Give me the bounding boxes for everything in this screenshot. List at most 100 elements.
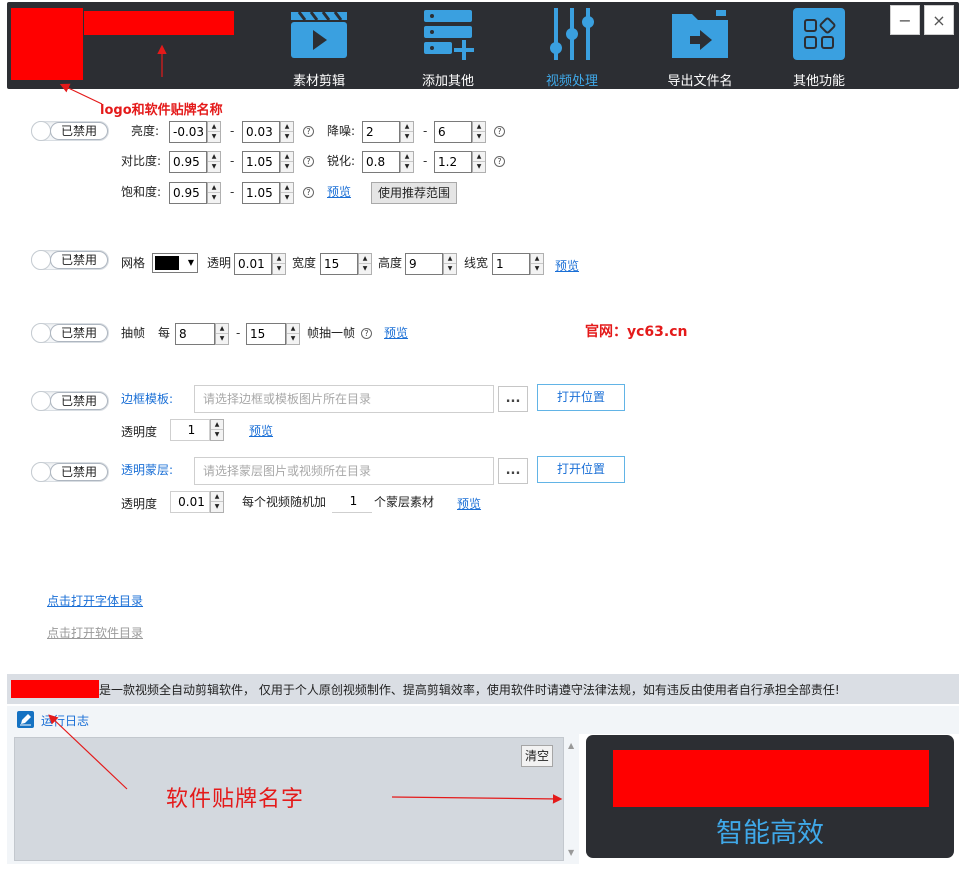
use-recommended-button[interactable]: 使用推荐范围 bbox=[371, 182, 457, 204]
grid-width-stepper[interactable]: ▲▼ bbox=[320, 253, 372, 275]
stepper-buttons[interactable]: ▲ ▼ bbox=[280, 121, 294, 143]
stepper-buttons[interactable]: ▲ ▼ bbox=[280, 151, 294, 173]
grid-preview-link[interactable]: 预览 bbox=[555, 256, 579, 276]
stepper-buttons[interactable]: ▲ ▼ bbox=[207, 151, 221, 173]
denoise-min-input[interactable] bbox=[363, 122, 399, 142]
log-scrollbar[interactable]: ▲ ▼ bbox=[566, 737, 579, 861]
grid-color-select[interactable]: ▼ bbox=[152, 253, 198, 273]
border-opacity-stepper[interactable]: ▲▼ bbox=[170, 419, 224, 441]
contrast-max-input[interactable] bbox=[243, 152, 279, 172]
border-path-field[interactable] bbox=[194, 385, 494, 413]
overlay-random-count-field[interactable] bbox=[332, 491, 372, 513]
stepper-buttons[interactable]: ▲ ▼ bbox=[207, 182, 221, 204]
stepper-buttons[interactable]: ▲ ▼ bbox=[400, 151, 414, 173]
stepper-buttons[interactable]: ▲ ▼ bbox=[358, 253, 372, 275]
contrast-min-stepper[interactable]: ▲▼ bbox=[169, 151, 221, 173]
sharpen-min-input[interactable] bbox=[363, 152, 399, 172]
frame-extract-toggle[interactable]: 已禁用 bbox=[31, 323, 109, 343]
grid-opacity-input[interactable] bbox=[235, 254, 271, 274]
stepper-buttons[interactable]: ▲ ▼ bbox=[210, 419, 224, 441]
help-icon[interactable]: ? bbox=[361, 328, 372, 339]
help-icon[interactable]: ? bbox=[303, 126, 314, 137]
stepper-buttons[interactable]: ▲ ▼ bbox=[215, 323, 229, 345]
denoise-max-input[interactable] bbox=[435, 122, 471, 142]
grid-line-width-stepper[interactable]: ▲▼ bbox=[492, 253, 544, 275]
tab-add-other[interactable]: 添加其他 bbox=[403, 8, 493, 89]
saturation-min-input[interactable] bbox=[170, 183, 206, 203]
open-font-dir-link[interactable]: 点击打开字体目录 bbox=[47, 591, 143, 611]
overlay-browse-button[interactable]: ... bbox=[498, 458, 528, 484]
sharpen-min-stepper[interactable]: ▲▼ bbox=[362, 151, 414, 173]
contrast-min-input[interactable] bbox=[170, 152, 206, 172]
brightness-max-input[interactable] bbox=[243, 122, 279, 142]
brightness-min-input[interactable] bbox=[170, 122, 206, 142]
grid-opacity-stepper[interactable]: ▲▼ bbox=[234, 253, 286, 275]
stepper-buttons[interactable]: ▲ ▼ bbox=[210, 491, 224, 513]
saturation-max-input[interactable] bbox=[243, 183, 279, 203]
grid-toggle[interactable]: 已禁用 bbox=[31, 250, 109, 270]
border-path-input[interactable] bbox=[195, 386, 493, 412]
saturation-max-stepper[interactable]: ▲▼ bbox=[242, 182, 294, 204]
stepper-buttons[interactable]: ▲ ▼ bbox=[472, 121, 486, 143]
help-icon[interactable]: ? bbox=[494, 126, 505, 137]
minimize-button[interactable]: − bbox=[890, 5, 920, 35]
grid-line-width-input[interactable] bbox=[493, 254, 529, 274]
border-template-toggle[interactable]: 已禁用 bbox=[31, 391, 109, 411]
tab-material-edit[interactable]: 素材剪辑 bbox=[274, 8, 364, 89]
overlay-path-input[interactable] bbox=[195, 458, 493, 484]
tab-video-process[interactable]: 视频处理 bbox=[527, 8, 617, 89]
overlay-opacity-stepper[interactable]: ▲▼ bbox=[170, 491, 224, 513]
help-icon[interactable]: ? bbox=[303, 156, 314, 167]
sharpen-label: 锐化: bbox=[327, 154, 356, 168]
color-adjust-toggle[interactable]: 已禁用 bbox=[31, 121, 109, 141]
tab-other-functions[interactable]: 其他功能 bbox=[774, 8, 864, 89]
range-dash: - bbox=[423, 154, 428, 168]
stepper-buttons[interactable]: ▲ ▼ bbox=[472, 151, 486, 173]
frame-min-stepper[interactable]: ▲▼ bbox=[175, 323, 229, 345]
stepper-buttons[interactable]: ▲ ▼ bbox=[207, 121, 221, 143]
sharpen-max-input[interactable] bbox=[435, 152, 471, 172]
sharpen-max-stepper[interactable]: ▲▼ bbox=[434, 151, 486, 173]
promo-brand-block bbox=[613, 750, 929, 807]
overlay-toggle[interactable]: 已禁用 bbox=[31, 462, 109, 482]
saturation-min-stepper[interactable]: ▲▼ bbox=[169, 182, 221, 204]
border-open-location-button[interactable]: 打开位置 bbox=[537, 384, 625, 411]
frame-min-input[interactable] bbox=[176, 324, 214, 344]
border-opacity-input[interactable] bbox=[171, 420, 209, 440]
brightness-max-stepper[interactable]: ▲▼ bbox=[242, 121, 294, 143]
brightness-min-stepper[interactable]: ▲▼ bbox=[169, 121, 221, 143]
tab-export-filename[interactable]: 导出文件名 bbox=[655, 8, 745, 89]
frame-preview-link[interactable]: 预览 bbox=[384, 323, 408, 343]
stepper-buttons[interactable]: ▲ ▼ bbox=[280, 182, 294, 204]
stepper-buttons[interactable]: ▲ ▼ bbox=[530, 253, 544, 275]
color-preview-link[interactable]: 预览 bbox=[327, 182, 351, 202]
overlay-preview-link[interactable]: 预览 bbox=[457, 494, 481, 514]
border-preview-link[interactable]: 预览 bbox=[249, 421, 273, 441]
overlay-open-location-button[interactable]: 打开位置 bbox=[537, 456, 625, 483]
overlay-random-prefix: 每个视频随机加 bbox=[242, 495, 327, 509]
denoise-max-stepper[interactable]: ▲▼ bbox=[434, 121, 486, 143]
open-app-dir-link[interactable]: 点击打开软件目录 bbox=[47, 623, 143, 643]
stepper-buttons[interactable]: ▲ ▼ bbox=[272, 253, 286, 275]
frame-max-stepper[interactable]: ▲▼ bbox=[246, 323, 300, 345]
scroll-up-icon[interactable]: ▲ bbox=[568, 741, 574, 750]
contrast-max-stepper[interactable]: ▲▼ bbox=[242, 151, 294, 173]
stepper-buttons[interactable]: ▲ ▼ bbox=[443, 253, 457, 275]
frame-max-input[interactable] bbox=[247, 324, 285, 344]
stepper-buttons[interactable]: ▲ ▼ bbox=[286, 323, 300, 345]
grid-width-input[interactable] bbox=[321, 254, 357, 274]
scroll-down-icon[interactable]: ▼ bbox=[568, 848, 574, 857]
grid-height-stepper[interactable]: ▲▼ bbox=[405, 253, 457, 275]
denoise-min-stepper[interactable]: ▲▼ bbox=[362, 121, 414, 143]
clear-log-button[interactable]: 清空 bbox=[521, 745, 553, 767]
close-button[interactable]: × bbox=[924, 5, 954, 35]
overlay-opacity-input[interactable] bbox=[171, 492, 209, 512]
overlay-label: 透明蒙层: bbox=[121, 463, 174, 477]
border-browse-button[interactable]: ... bbox=[498, 386, 528, 412]
stepper-buttons[interactable]: ▲ ▼ bbox=[400, 121, 414, 143]
overlay-random-count-input[interactable] bbox=[332, 491, 372, 511]
overlay-path-field[interactable] bbox=[194, 457, 494, 485]
grid-height-input[interactable] bbox=[406, 254, 442, 274]
help-icon[interactable]: ? bbox=[494, 156, 505, 167]
help-icon[interactable]: ? bbox=[303, 187, 314, 198]
